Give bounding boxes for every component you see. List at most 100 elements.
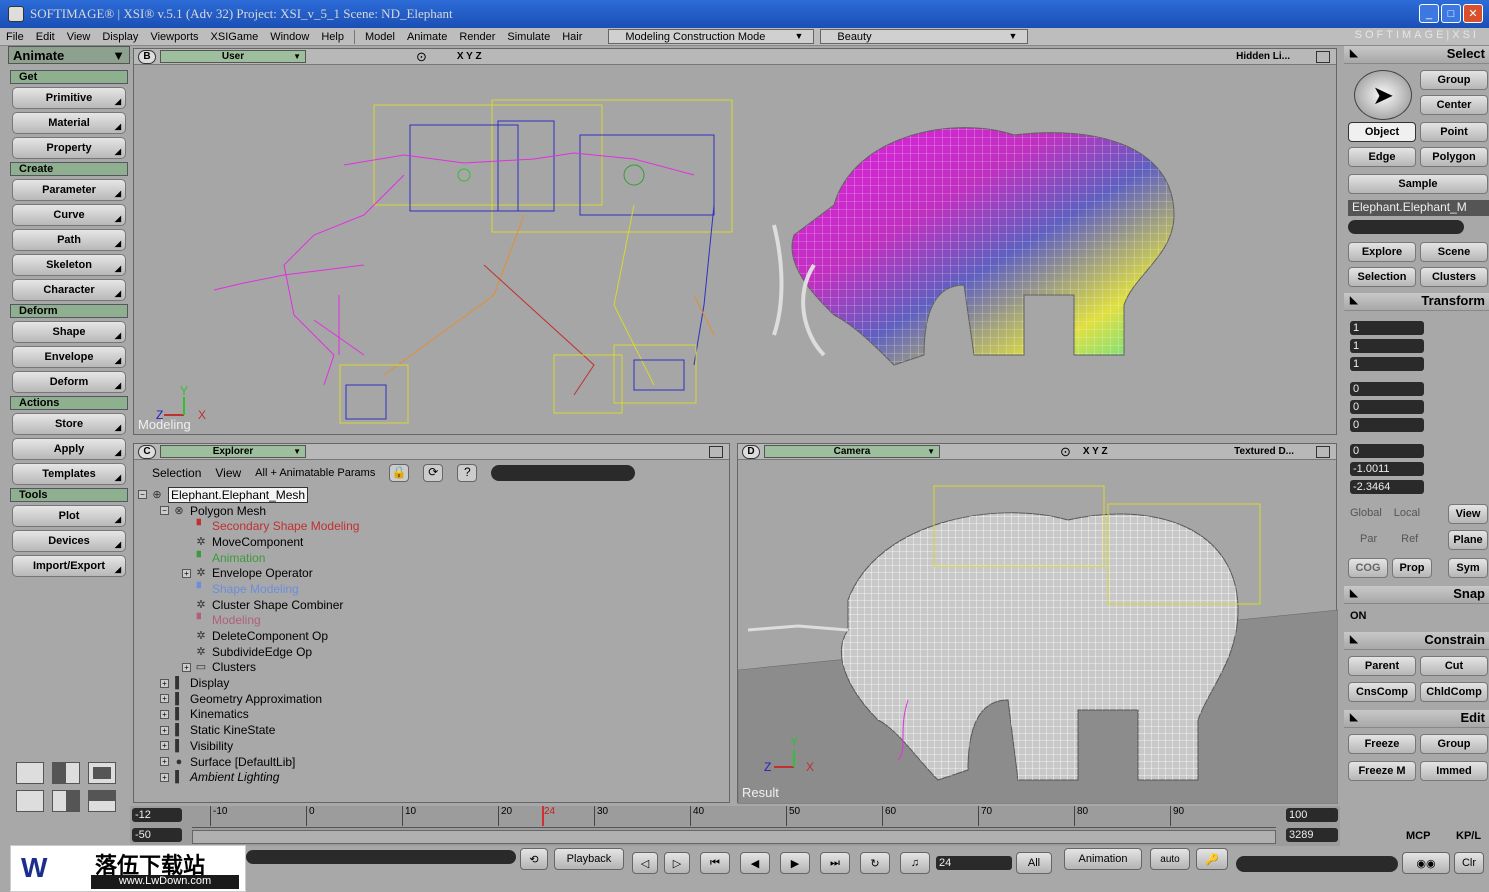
layout-horizontal-icon[interactable] — [16, 790, 44, 812]
ref-toggle[interactable]: Ref — [1401, 533, 1418, 545]
polygon-button[interactable]: Polygon — [1420, 147, 1488, 167]
import-export-button[interactable]: Import/Export ◢ — [12, 555, 126, 577]
select-header[interactable]: ◣ Select — [1344, 46, 1489, 64]
tree-node[interactable]: + ▌ Visibility — [138, 738, 359, 754]
tree-node[interactable]: ✲ SubdivideEdge Op — [138, 644, 359, 660]
playhead-marker[interactable] — [542, 806, 544, 826]
chldcomp-button[interactable]: ChldComp — [1420, 682, 1488, 702]
eye-icon[interactable]: ⊙ — [1060, 444, 1071, 460]
view-toggle[interactable]: View — [1448, 504, 1488, 524]
explorer-view-menu[interactable]: View — [215, 466, 241, 480]
scene-button[interactable]: Scene — [1420, 242, 1488, 262]
audio-icon[interactable]: ♫ — [900, 852, 930, 874]
par-toggle[interactable]: Par — [1360, 533, 1377, 545]
clusters-button[interactable]: Clusters — [1420, 267, 1488, 287]
menu-edit[interactable]: Edit — [36, 31, 55, 43]
section-actions[interactable]: Actions — [10, 396, 128, 410]
section-create[interactable]: Create — [10, 162, 128, 176]
menu-help[interactable]: Help — [321, 31, 344, 43]
maximize-viewport-icon[interactable] — [1316, 445, 1330, 458]
menu-simulate[interactable]: Simulate — [507, 31, 550, 43]
menu-display[interactable]: Display — [102, 31, 138, 43]
viewport-d-axes[interactable]: X Y Z — [1083, 446, 1108, 457]
primitive-button[interactable]: Primitive ◢ — [12, 87, 126, 109]
material-button[interactable]: Material ◢ — [12, 112, 126, 134]
translation-y-field[interactable]: -1.0011 — [1350, 462, 1424, 476]
menu-view[interactable]: View — [67, 31, 91, 43]
mcp-tab[interactable]: MCP — [1406, 830, 1430, 842]
expand-icon[interactable]: + — [160, 678, 169, 688]
section-tools[interactable]: Tools — [10, 488, 128, 502]
expand-icon[interactable]: + — [160, 772, 169, 782]
command-line-input[interactable] — [246, 850, 516, 864]
shape-button[interactable]: Shape ◢ — [12, 321, 126, 343]
tree-node[interactable]: − ⊕ Elephant.Elephant_Mesh — [138, 486, 359, 503]
play-backward-icon[interactable]: ◀ — [740, 852, 770, 874]
play-forward-icon[interactable]: ▶ — [780, 852, 810, 874]
menu-xsigame[interactable]: XSIGame — [211, 31, 259, 43]
expand-icon[interactable]: + — [160, 694, 169, 704]
tree-node[interactable]: + ▌ Display — [138, 675, 359, 691]
scale-x-field[interactable]: 1 — [1350, 321, 1424, 335]
section-deform[interactable]: Deform — [10, 304, 128, 318]
menu-render[interactable]: Render — [459, 31, 495, 43]
go-to-end-icon[interactable]: ⏭ — [820, 852, 850, 874]
parent-button[interactable]: Parent — [1348, 656, 1416, 676]
templates-button[interactable]: Templates ◢ — [12, 463, 126, 485]
explorer-search-input[interactable] — [491, 465, 636, 481]
loop-playback-icon[interactable]: ↻ — [860, 852, 890, 874]
layout-split-icon[interactable] — [52, 762, 80, 784]
collapse-icon[interactable]: − — [160, 506, 169, 516]
sym-toggle[interactable]: Sym — [1448, 558, 1488, 578]
prev-frame-icon[interactable]: ◁ — [632, 852, 658, 874]
apply-button[interactable]: Apply ◢ — [12, 438, 126, 460]
cog-toggle[interactable]: COG — [1348, 558, 1388, 578]
toolbar-mode-selector[interactable]: Animate ▼ — [8, 46, 130, 64]
store-button[interactable]: Store ◢ — [12, 413, 126, 435]
tree-node[interactable]: ✲ Cluster Shape Combiner — [138, 597, 359, 613]
rotation-x-field[interactable]: 0 — [1350, 382, 1424, 396]
eye-icon[interactable]: ⊙ — [416, 49, 427, 65]
clear-key-button[interactable]: Clr — [1454, 852, 1484, 874]
maximize-viewport-icon[interactable] — [1316, 50, 1330, 63]
character-button[interactable]: Character ◢ — [12, 279, 126, 301]
property-button[interactable]: Property ◢ — [12, 137, 126, 159]
tree-node[interactable]: + ▌ Geometry Approximation — [138, 691, 359, 707]
explore-button[interactable]: Explore — [1348, 242, 1416, 262]
object-button[interactable]: Object — [1348, 122, 1416, 142]
key-icon[interactable]: 🔑 — [1196, 848, 1228, 870]
expand-icon[interactable]: + — [160, 725, 169, 735]
viewport-b[interactable]: B User ▼ ⊙ X Y Z Hidden Li... Z X Y Mode… — [133, 48, 1337, 435]
group-button[interactable]: Group — [1420, 70, 1488, 90]
all-button[interactable]: All — [1016, 852, 1052, 874]
translation-x-field[interactable]: 0 — [1350, 444, 1424, 458]
timeline[interactable]: -12 -50 -10 0 10 20 30 40 50 60 70 80 90 24 100 328… — [130, 806, 1340, 846]
key-buttons[interactable]: ◉◉ — [1402, 852, 1450, 874]
local-toggle[interactable]: Local — [1394, 507, 1420, 519]
deform-button[interactable]: Deform ◢ — [12, 371, 126, 393]
tree-node[interactable]: + ● Surface [DefaultLib] — [138, 754, 359, 770]
maximize-viewport-icon[interactable] — [709, 445, 723, 458]
layout-single-icon[interactable] — [16, 762, 44, 784]
viewport-c-letter[interactable]: C — [138, 444, 156, 459]
prop-toggle[interactable]: Prop — [1392, 558, 1432, 578]
translation-z-field[interactable]: -2.3464 — [1350, 480, 1424, 494]
playback-menu[interactable]: Playback — [554, 848, 624, 870]
tree-node[interactable]: − ⊗ Polygon Mesh — [138, 503, 359, 519]
construction-mode-dropdown[interactable]: Modeling Construction Mode ▼ — [608, 29, 815, 44]
freeze-m-button[interactable]: Freeze M — [1348, 761, 1416, 781]
tree-node[interactable]: ✲ MoveComponent — [138, 534, 359, 550]
curve-button[interactable]: Curve ◢ — [12, 204, 126, 226]
rotation-y-field[interactable]: 0 — [1350, 400, 1424, 414]
tree-node[interactable]: + ▌ Kinematics — [138, 707, 359, 723]
tree-node[interactable]: ✲ DeleteComponent Op — [138, 628, 359, 644]
menu-viewports[interactable]: Viewports — [150, 31, 198, 43]
path-button[interactable]: Path ◢ — [12, 229, 126, 251]
explorer-filter-menu[interactable]: All + Animatable Params — [255, 467, 375, 479]
loop-icon[interactable]: ⟲ — [520, 848, 548, 870]
viewport-d[interactable]: D Camera ▼ ⊙ X Y Z Textured D... Z X Y Re — [737, 443, 1338, 804]
timeline-ruler[interactable]: -10 0 10 20 30 40 50 60 70 80 90 24 — [192, 806, 1276, 828]
expand-icon[interactable]: + — [160, 741, 169, 751]
layout-quad-icon[interactable] — [88, 762, 116, 784]
edit-header[interactable]: ◣ Edit — [1344, 710, 1489, 728]
